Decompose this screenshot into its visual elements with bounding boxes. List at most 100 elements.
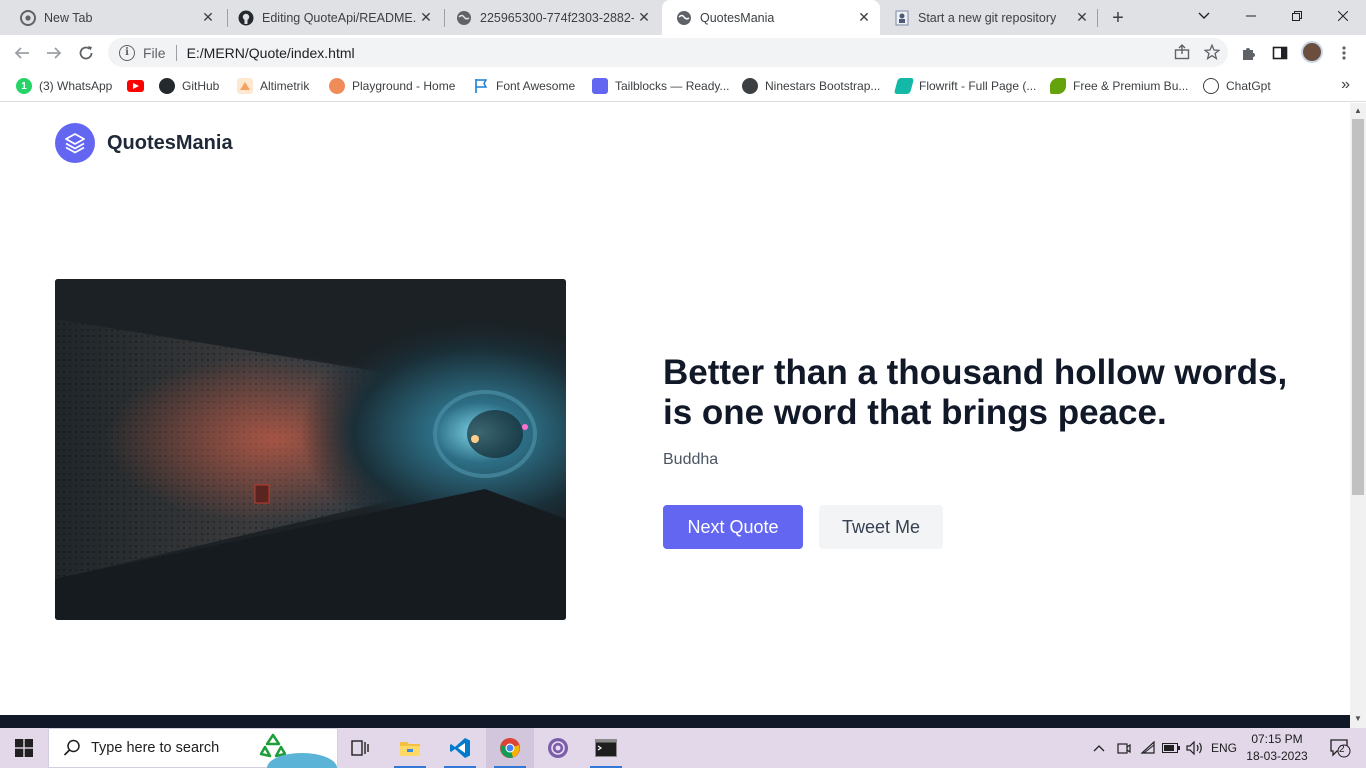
notification-center-button[interactable]: 2 <box>1320 728 1360 768</box>
bookmark-altimetrik[interactable]: Altimetrik <box>237 77 309 95</box>
star-icon[interactable] <box>1203 43 1221 64</box>
url-text[interactable]: E:/MERN/Quote/index.html <box>187 45 355 61</box>
close-icon[interactable]: ✕ <box>1072 8 1092 28</box>
tab-search-button[interactable] <box>1181 0 1227 32</box>
folder-icon <box>400 742 420 756</box>
next-quote-button[interactable]: Next Quote <box>663 505 803 549</box>
extensions-button[interactable] <box>1234 39 1262 67</box>
back-button[interactable] <box>8 39 36 67</box>
page-scrollbar[interactable]: ▲ ▼ <box>1350 103 1366 728</box>
tab-strip: New Tab ✕ Editing QuoteApi/README.m ✕ 22… <box>0 0 1366 35</box>
scroll-up-arrow-icon[interactable]: ▲ <box>1354 107 1362 115</box>
forward-button[interactable] <box>40 39 68 67</box>
tor-browser-button[interactable] <box>534 728 582 768</box>
arrow-left-icon <box>14 47 29 59</box>
share-icon[interactable] <box>1174 44 1190 64</box>
tab-quotesmania[interactable]: QuotesMania ✕ <box>662 0 880 35</box>
close-icon[interactable]: ✕ <box>416 8 436 28</box>
bookmark-label: (3) WhatsApp <box>39 79 113 93</box>
search-placeholder: Type here to search <box>91 740 220 756</box>
tab-image-link[interactable]: 225965300-774f2303-2882-4 ✕ <box>436 0 660 35</box>
github-icon <box>238 10 254 26</box>
minimize-button[interactable] <box>1228 0 1274 32</box>
windows-taskbar: Type here to search ENG 07:15 PM 18-03-2… <box>0 728 1366 768</box>
globe-app-icon <box>548 738 568 758</box>
search-icon <box>63 739 80 756</box>
bookmark-youtube[interactable] <box>127 77 144 95</box>
chrome-taskbar-button[interactable] <box>486 728 534 768</box>
terminal-icon <box>595 739 617 757</box>
file-explorer-button[interactable] <box>386 728 434 768</box>
chatgpt-icon <box>1203 78 1219 94</box>
puzzle-icon <box>1243 48 1255 60</box>
bookmark-label: Tailblocks — Ready... <box>615 79 730 93</box>
taskbar-search[interactable]: Type here to search <box>48 728 338 768</box>
bookmark-label: Free & Premium Bu... <box>1073 79 1189 93</box>
windows-logo-icon <box>15 739 33 757</box>
meet-now-icon[interactable] <box>1114 728 1134 768</box>
battery-icon[interactable] <box>1160 728 1182 768</box>
globe-icon <box>742 78 758 94</box>
address-bar[interactable]: i File E:/MERN/Quote/index.html <box>108 38 1228 67</box>
page-footer <box>0 715 1350 728</box>
bookmark-ninestars[interactable]: Ninestars Bootstrap... <box>742 77 880 95</box>
tweet-button[interactable]: Tweet Me <box>819 505 943 549</box>
chevron-up-icon <box>1093 745 1105 752</box>
side-panel-button[interactable] <box>1266 39 1294 67</box>
git-page-icon <box>894 10 910 26</box>
vscode-button[interactable] <box>436 728 484 768</box>
close-window-button[interactable] <box>1320 0 1366 32</box>
close-icon[interactable]: ✕ <box>198 8 218 28</box>
wifi-icon[interactable] <box>1138 728 1158 768</box>
bookmark-free-premium[interactable]: Free & Premium Bu... <box>1050 77 1188 95</box>
bookmarks-overflow-icon[interactable]: » <box>1341 76 1350 94</box>
flag-icon <box>473 78 489 94</box>
tab-new-tab[interactable]: New Tab ✕ <box>0 0 224 35</box>
scrollbar-thumb[interactable] <box>1352 119 1364 495</box>
taskbar-clock[interactable]: 07:15 PM 18-03-2023 <box>1240 731 1314 765</box>
profile-avatar[interactable] <box>1301 41 1323 63</box>
clock-time: 07:15 PM <box>1251 732 1303 746</box>
tab-git-repository[interactable]: Start a new git repository ✕ <box>874 0 1098 35</box>
info-icon[interactable]: i <box>119 44 135 61</box>
language-indicator[interactable]: ENG <box>1208 728 1240 768</box>
bookmark-font-awesome[interactable]: Font Awesome <box>473 77 575 95</box>
tab-title: New Tab <box>44 10 93 25</box>
bookmark-github[interactable]: GitHub <box>159 77 219 95</box>
start-button[interactable] <box>0 728 48 768</box>
vscode-icon <box>450 738 470 758</box>
altimetrik-icon <box>237 78 253 94</box>
kebab-menu-icon <box>1342 46 1346 60</box>
task-view-button[interactable] <box>336 728 384 768</box>
chrome-icon <box>500 738 520 758</box>
task-view-icon <box>351 740 369 756</box>
close-icon[interactable]: ✕ <box>634 8 654 28</box>
site-logo[interactable]: QuotesMania <box>55 123 233 163</box>
quote-text: Better than a thousand hollow words, is … <box>663 353 1288 432</box>
close-icon[interactable]: ✕ <box>854 8 874 28</box>
layers-icon <box>55 123 95 163</box>
tab-title: Start a new git repository <box>918 10 1057 25</box>
volume-icon[interactable] <box>1184 728 1206 768</box>
restore-button[interactable] <box>1274 0 1320 32</box>
bookmark-playground[interactable]: Playground - Home <box>329 77 455 95</box>
bookmark-label: GitHub <box>182 79 220 93</box>
arrow-right-icon <box>47 47 62 59</box>
bookmark-label: Flowrift - Full Page (... <box>919 79 1037 93</box>
terminal-button[interactable] <box>582 728 630 768</box>
logo-text: QuotesMania <box>107 131 233 154</box>
bookmark-whatsapp[interactable]: 1 (3) WhatsApp <box>16 77 112 95</box>
tab-editing-readme[interactable]: Editing QuoteApi/README.m ✕ <box>218 0 442 35</box>
bookmark-label: Playground - Home <box>352 79 456 93</box>
github-icon <box>159 78 175 94</box>
clock-date: 18-03-2023 <box>1246 749 1308 763</box>
bookmark-chatgpt[interactable]: ChatGpt <box>1203 77 1271 95</box>
bookmarks-bar: 1 (3) WhatsApp GitHub Altimetrik Playgro… <box>0 70 1366 102</box>
scroll-down-arrow-icon[interactable]: ▼ <box>1354 715 1362 723</box>
chrome-menu-button[interactable] <box>1330 39 1358 67</box>
bookmark-tailblocks[interactable]: Tailblocks — Ready... <box>592 77 730 95</box>
show-hidden-icons-button[interactable] <box>1090 728 1108 768</box>
reload-button[interactable] <box>72 39 100 67</box>
bookmark-flowrift[interactable]: Flowrift - Full Page (... <box>893 77 1037 95</box>
new-tab-button[interactable]: + <box>1106 6 1130 30</box>
